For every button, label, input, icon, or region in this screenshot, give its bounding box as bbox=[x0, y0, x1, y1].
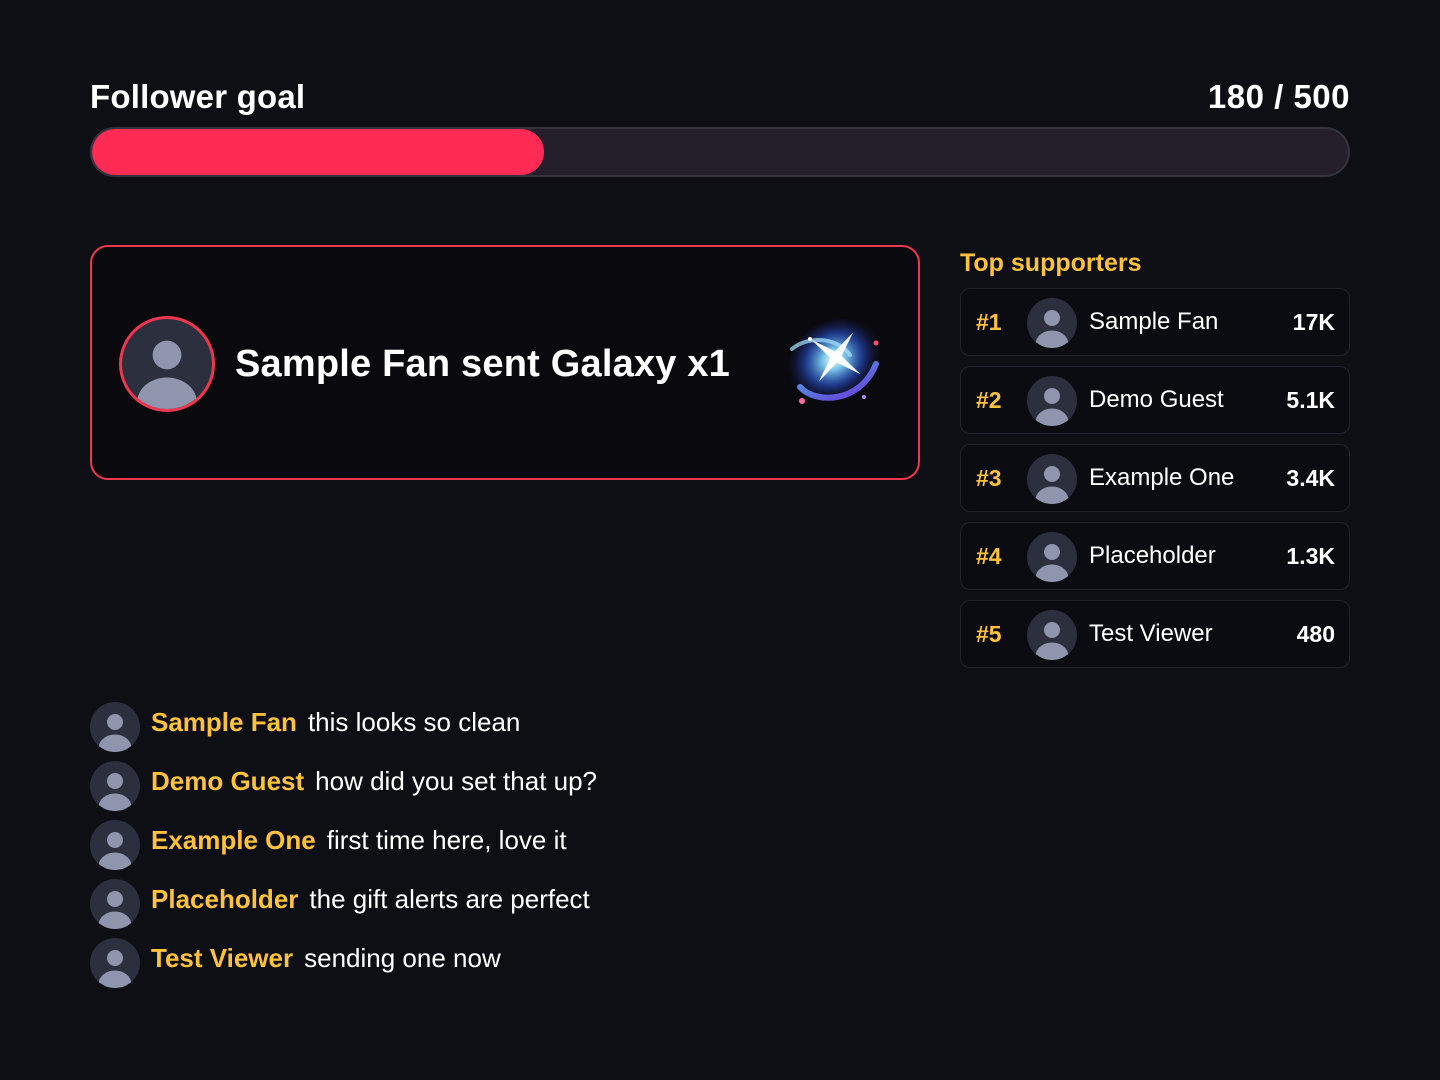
supporter-name: Example One bbox=[1089, 464, 1235, 491]
top-supporters-title: Top supporters bbox=[960, 249, 1142, 277]
supporter-rank: #3 bbox=[976, 465, 1002, 491]
user-avatar-icon bbox=[90, 702, 140, 752]
user-avatar-icon bbox=[1027, 376, 1077, 426]
top-supporters-list: #1 Sample Fan 17K #2 Demo Guest 5.1K #3 … bbox=[960, 288, 1350, 678]
user-avatar-icon bbox=[1027, 454, 1077, 504]
chat-message: Sample Fan this looks so clean bbox=[90, 702, 990, 761]
supporter-name: Sample Fan bbox=[1089, 308, 1219, 335]
chat-username: Sample Fan bbox=[151, 707, 297, 737]
user-avatar-icon bbox=[90, 820, 140, 870]
supporter-rank: #5 bbox=[976, 621, 1002, 647]
galaxy-gift-icon bbox=[780, 309, 892, 421]
supporter-row: #3 Example One 3.4K bbox=[960, 444, 1350, 512]
user-avatar-icon bbox=[90, 761, 140, 811]
supporter-row: #4 Placeholder 1.3K bbox=[960, 522, 1350, 590]
chat-username: Example One bbox=[151, 825, 316, 855]
chat-message: Placeholder the gift alerts are perfect bbox=[90, 879, 990, 938]
goal-progress-bar bbox=[90, 127, 1350, 177]
goal-count: 180 / 500 bbox=[1207, 78, 1350, 115]
supporter-row: #1 Sample Fan 17K bbox=[960, 288, 1350, 356]
supporter-row: #5 Test Viewer 480 bbox=[960, 600, 1350, 668]
supporter-name: Placeholder bbox=[1089, 542, 1216, 569]
supporter-rank: #2 bbox=[976, 387, 1002, 413]
chat-text: this looks so clean bbox=[307, 707, 521, 737]
chat-feed: Sample Fan this looks so clean Demo Guest… bbox=[90, 702, 990, 997]
user-avatar-icon bbox=[1027, 610, 1077, 660]
supporter-row: #2 Demo Guest 5.1K bbox=[960, 366, 1350, 434]
chat-text: the gift alerts are perfect bbox=[309, 884, 590, 914]
chat-username: Test Viewer bbox=[151, 943, 294, 973]
supporter-rank: #4 bbox=[976, 543, 1002, 569]
supporter-rank: #1 bbox=[976, 309, 1002, 335]
chat-message: Test Viewer sending one now bbox=[90, 938, 990, 997]
chat-text: how did you set that up? bbox=[315, 766, 598, 796]
supporter-name: Demo Guest bbox=[1089, 386, 1224, 413]
supporter-amount: 1.3K bbox=[1286, 543, 1335, 569]
user-avatar-icon bbox=[90, 938, 140, 988]
supporter-amount: 17K bbox=[1292, 309, 1335, 335]
chat-line: Sample Fan this looks so clean bbox=[151, 707, 520, 738]
user-avatar-icon bbox=[1027, 532, 1077, 582]
chat-line: Placeholder the gift alerts are perfect bbox=[151, 884, 590, 915]
gift-alert-card: Sample Fan sent Galaxy x1 bbox=[90, 245, 920, 480]
chat-text: sending one now bbox=[304, 943, 501, 973]
user-avatar-icon bbox=[90, 879, 140, 929]
chat-line: Example One first time here, love it bbox=[151, 825, 567, 856]
chat-message: Demo Guest how did you set that up? bbox=[90, 761, 990, 820]
goal-progress-fill bbox=[92, 129, 545, 175]
chat-username: Placeholder bbox=[151, 884, 299, 914]
user-avatar-icon bbox=[119, 316, 215, 412]
supporter-amount: 3.4K bbox=[1286, 465, 1335, 491]
gift-alert-text: Sample Fan sent Galaxy x1 bbox=[235, 343, 731, 385]
chat-line: Test Viewer sending one now bbox=[151, 943, 501, 974]
chat-username: Demo Guest bbox=[151, 766, 305, 796]
user-avatar-icon bbox=[1027, 298, 1077, 348]
goal-title: Follower goal bbox=[90, 78, 306, 115]
supporter-amount: 5.1K bbox=[1286, 387, 1335, 413]
supporter-amount: 480 bbox=[1296, 621, 1335, 647]
follower-goal-header: Follower goal 180 / 500 bbox=[90, 78, 1350, 118]
supporter-name: Test Viewer bbox=[1089, 620, 1213, 647]
chat-message: Example One first time here, love it bbox=[90, 820, 990, 879]
chat-line: Demo Guest how did you set that up? bbox=[151, 766, 597, 797]
chat-text: first time here, love it bbox=[326, 825, 567, 855]
